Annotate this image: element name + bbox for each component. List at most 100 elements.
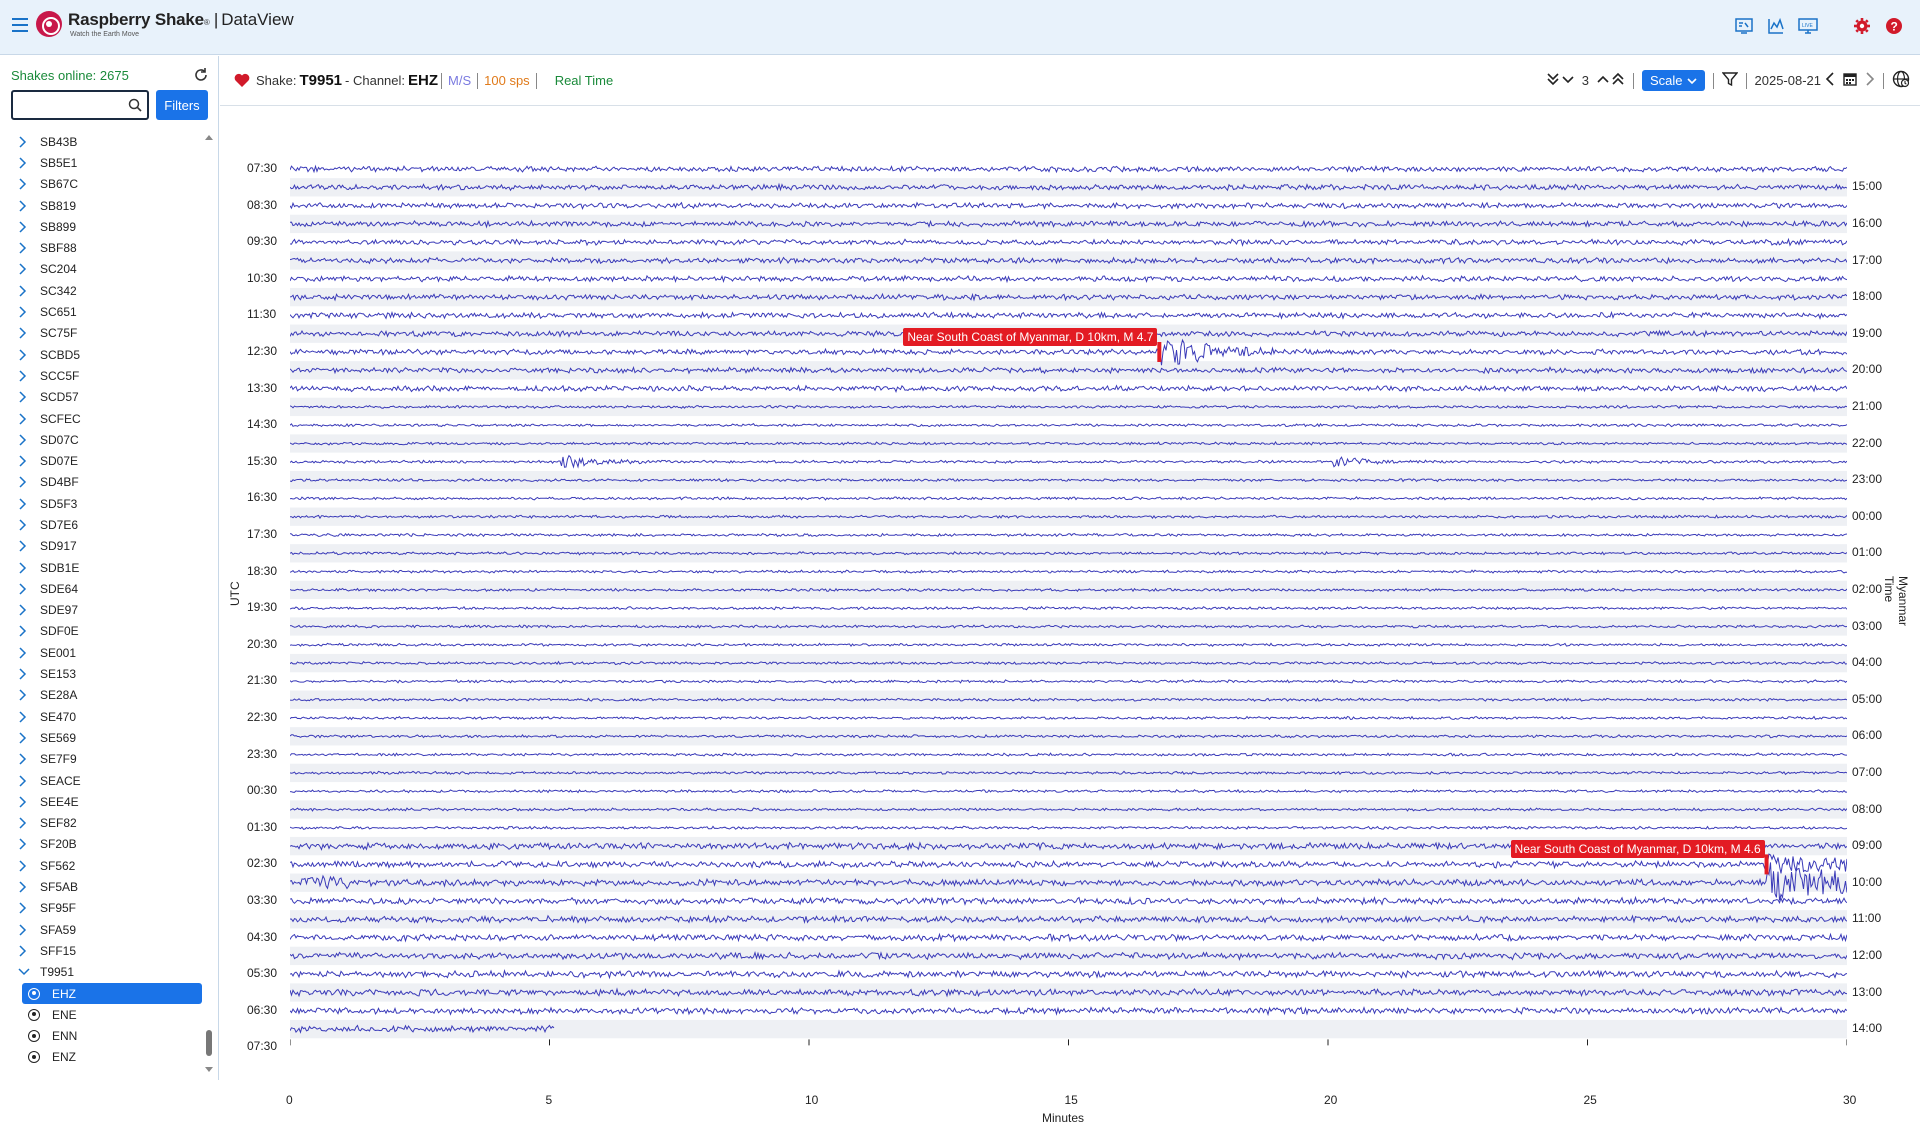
settings-gear-icon[interactable]	[1852, 16, 1872, 36]
station-item[interactable]: SFF15	[0, 940, 208, 961]
station-item[interactable]: SE001	[0, 642, 208, 663]
station-item[interactable]: SE470	[0, 706, 208, 727]
station-item[interactable]: SD07C	[0, 429, 208, 450]
calendar-icon[interactable]	[1843, 72, 1857, 89]
station-item[interactable]: SB899	[0, 216, 208, 237]
station-item[interactable]: SBF88	[0, 237, 208, 258]
chevron-right-icon[interactable]	[18, 178, 32, 190]
helicorder-plot[interactable]: UTC Myanmar Time Minutes 07:30 08:30 09:30…	[220, 106, 1920, 1125]
stations-map-icon[interactable]	[1734, 16, 1754, 36]
station-item[interactable]: SF562	[0, 855, 208, 876]
chevron-right-icon[interactable]	[18, 476, 32, 488]
chevron-right-icon[interactable]	[18, 221, 32, 233]
chevron-right-icon[interactable]	[18, 711, 32, 723]
chevron-right-icon[interactable]	[18, 306, 32, 318]
chevron-right-icon[interactable]	[18, 924, 32, 936]
station-item[interactable]: SC75F	[0, 323, 208, 344]
real-time-toggle[interactable]: Real Time	[555, 73, 614, 88]
chevron-right-icon[interactable]	[18, 263, 32, 275]
chevron-right-icon[interactable]	[18, 753, 32, 765]
station-item[interactable]: SDE64	[0, 578, 208, 599]
chevron-right-icon[interactable]	[18, 775, 32, 787]
double-chevron-up-icon[interactable]	[1611, 72, 1625, 89]
chevron-right-icon[interactable]	[18, 412, 32, 425]
station-item[interactable]: SF5AB	[0, 876, 208, 897]
chevron-right-icon[interactable]	[18, 945, 32, 957]
station-item[interactable]: SD07E	[0, 450, 208, 471]
scale-dropdown[interactable]: Scale	[1641, 70, 1705, 91]
station-item-expanded[interactable]: T9951	[0, 962, 208, 983]
chevron-right-icon[interactable]	[18, 647, 32, 659]
station-item[interactable]: SDF0E	[0, 621, 208, 642]
station-item[interactable]: SCBD5	[0, 344, 208, 365]
chevron-right-icon[interactable]	[18, 327, 32, 339]
chevron-right-icon[interactable]	[18, 562, 32, 574]
channel-item-ene[interactable]: ENE	[22, 1004, 202, 1025]
chevron-right-icon[interactable]	[18, 370, 32, 382]
chart-icon[interactable]	[1766, 16, 1786, 36]
chevron-right-icon[interactable]	[18, 604, 32, 616]
chevron-right-icon[interactable]	[18, 689, 32, 701]
chevron-right-icon[interactable]	[18, 860, 32, 872]
station-item[interactable]: SCC5F	[0, 365, 208, 386]
station-item[interactable]: SC204	[0, 259, 208, 280]
channel-item-ehz[interactable]: EHZ	[22, 982, 202, 1005]
chevron-right-icon[interactable]	[1865, 72, 1875, 89]
chevron-right-icon[interactable]	[18, 732, 32, 744]
chevron-right-icon[interactable]	[18, 668, 32, 680]
chevron-right-icon[interactable]	[18, 817, 32, 829]
help-icon[interactable]: ?	[1884, 16, 1904, 36]
chevron-right-icon[interactable]	[18, 349, 32, 361]
chevron-right-icon[interactable]	[18, 200, 32, 212]
station-item[interactable]: SB67C	[0, 174, 208, 195]
station-item[interactable]: SF95F	[0, 898, 208, 919]
station-item[interactable]: SDB1E	[0, 557, 208, 578]
globe-icon[interactable]	[1892, 70, 1910, 91]
favorite-heart-icon[interactable]	[234, 73, 250, 89]
chevron-right-icon[interactable]	[18, 391, 32, 403]
search-icon[interactable]	[128, 98, 142, 117]
units-toggle[interactable]: M/S	[448, 73, 471, 88]
refresh-icon[interactable]	[193, 67, 209, 83]
chevron-right-icon[interactable]	[18, 455, 32, 467]
channel-item-enn[interactable]: ENN	[22, 1025, 202, 1046]
date-display[interactable]: 2025-08-21	[1755, 73, 1822, 88]
chevron-right-icon[interactable]	[18, 519, 32, 531]
station-item[interactable]: SEE4E	[0, 791, 208, 812]
menu-icon[interactable]	[12, 18, 28, 32]
station-item[interactable]: SFA59	[0, 919, 208, 940]
chevron-right-icon[interactable]	[18, 625, 32, 637]
filters-button[interactable]: Filters	[156, 90, 208, 120]
station-item[interactable]: SE28A	[0, 685, 208, 706]
chevron-left-icon[interactable]	[1825, 72, 1835, 89]
chevron-right-icon[interactable]	[18, 242, 32, 254]
event-label[interactable]: Near South Coast of Myanmar, D 10km, M 4…	[1510, 840, 1765, 859]
station-item[interactable]: SF20B	[0, 834, 208, 855]
search-input[interactable]	[13, 92, 123, 118]
station-item[interactable]: SD4BF	[0, 472, 208, 493]
station-item[interactable]: SCFEC	[0, 408, 208, 429]
chevron-right-icon[interactable]	[18, 434, 32, 446]
station-item[interactable]: SB819	[0, 195, 208, 216]
station-item[interactable]: SD5F3	[0, 493, 208, 514]
chevron-right-icon[interactable]	[18, 838, 32, 850]
chevron-up-icon[interactable]	[1597, 73, 1609, 88]
station-item[interactable]: SD7E6	[0, 514, 208, 535]
station-item[interactable]: SE153	[0, 663, 208, 684]
station-item[interactable]: SEF82	[0, 813, 208, 834]
station-item[interactable]: SB5E1	[0, 152, 208, 173]
chevron-right-icon[interactable]	[18, 540, 32, 552]
chevron-right-icon[interactable]	[18, 285, 32, 297]
station-item[interactable]: SD917	[0, 536, 208, 557]
station-item[interactable]: SDE97	[0, 600, 208, 621]
station-item[interactable]: SB43B	[0, 131, 208, 152]
station-item[interactable]: SEACE	[0, 770, 208, 791]
chevron-right-icon[interactable]	[18, 157, 32, 169]
double-chevron-down-icon[interactable]	[1546, 72, 1560, 89]
chevron-down-icon[interactable]	[18, 967, 32, 977]
chevron-right-icon[interactable]	[18, 498, 32, 510]
live-monitor-icon[interactable]: LIVE	[1798, 16, 1818, 36]
channel-item-enz[interactable]: ENZ	[22, 1047, 202, 1068]
station-item[interactable]: SC342	[0, 280, 208, 301]
station-item[interactable]: SC651	[0, 301, 208, 322]
